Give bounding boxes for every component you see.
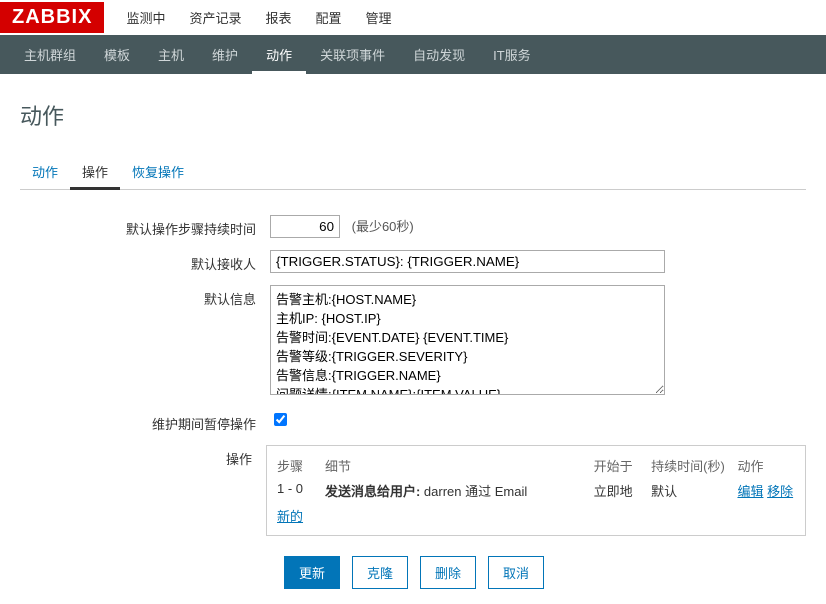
subnav-itservices[interactable]: IT服务 xyxy=(479,35,545,74)
op-dur: 默认 xyxy=(651,481,737,500)
subnav-actions[interactable]: 动作 xyxy=(252,35,306,74)
subnav-hostgroups[interactable]: 主机群组 xyxy=(10,35,90,74)
step-duration-hint: (最少60秒) xyxy=(352,219,414,234)
pause-checkbox[interactable] xyxy=(274,413,287,426)
topnav-monitoring[interactable]: 监测中 xyxy=(114,0,177,35)
update-button[interactable]: 更新 xyxy=(284,556,340,589)
op-edit-link[interactable]: 编辑 xyxy=(737,484,763,499)
pause-label: 维护期间暂停操作 xyxy=(20,410,270,433)
tab-recovery[interactable]: 恢复操作 xyxy=(120,156,196,190)
op-new-link[interactable]: 新的 xyxy=(277,509,303,524)
step-duration-input[interactable] xyxy=(270,215,340,238)
op-header-step: 步骤 xyxy=(277,456,325,475)
topnav-reports[interactable]: 报表 xyxy=(253,0,303,35)
topnav-administration[interactable]: 管理 xyxy=(354,0,404,35)
info-textarea[interactable] xyxy=(270,285,665,395)
op-row: 1 - 0 发送消息给用户: darren 通过 Email 立即地 默认 编辑… xyxy=(277,481,795,500)
step-duration-label: 默认操作步骤持续时间 xyxy=(20,215,270,238)
subnav-discovery[interactable]: 自动发现 xyxy=(399,35,479,74)
sub-nav: 主机群组 模板 主机 维护 动作 关联项事件 自动发现 IT服务 xyxy=(0,35,826,74)
content: 动作 动作 操作 恢复操作 默认操作步骤持续时间 (最少60秒) 默认接收人 默… xyxy=(0,74,826,604)
op-header-act: 动作 xyxy=(737,456,795,475)
op-header-detail: 细节 xyxy=(325,456,594,475)
op-step: 1 - 0 xyxy=(277,481,325,500)
op-actions: 编辑 移除 xyxy=(737,481,795,500)
tab-operations[interactable]: 操作 xyxy=(70,156,120,190)
logo: ZABBIX xyxy=(0,2,104,33)
subnav-maintenance[interactable]: 维护 xyxy=(198,35,252,74)
subnav-hosts[interactable]: 主机 xyxy=(144,35,198,74)
op-detail-bold: 发送消息给用户: xyxy=(325,484,420,499)
topnav-configuration[interactable]: 配置 xyxy=(304,0,354,35)
op-detail: 发送消息给用户: darren 通过 Email xyxy=(325,481,594,500)
op-header-start: 开始于 xyxy=(594,456,652,475)
page-title: 动作 xyxy=(20,99,806,131)
operations-table: 步骤 细节 开始于 持续时间(秒) 动作 1 - 0 发送消息给用户: darr… xyxy=(266,445,806,536)
op-header-dur: 持续时间(秒) xyxy=(651,456,737,475)
ops-label: 操作 xyxy=(20,445,266,468)
top-nav: ZABBIX 监测中 资产记录 报表 配置 管理 xyxy=(0,0,826,35)
tabs: 动作 操作 恢复操作 xyxy=(20,156,806,190)
button-row: 更新 克隆 删除 取消 xyxy=(284,556,806,589)
recipient-label: 默认接收人 xyxy=(20,250,270,273)
tab-action[interactable]: 动作 xyxy=(20,156,70,190)
recipient-input[interactable] xyxy=(270,250,665,273)
op-start: 立即地 xyxy=(594,481,652,500)
topnav-inventory[interactable]: 资产记录 xyxy=(177,0,253,35)
subnav-correlation[interactable]: 关联项事件 xyxy=(306,35,399,74)
subnav-templates[interactable]: 模板 xyxy=(90,35,144,74)
cancel-button[interactable]: 取消 xyxy=(488,556,544,589)
info-label: 默认信息 xyxy=(20,285,270,308)
op-remove-link[interactable]: 移除 xyxy=(767,484,793,499)
delete-button[interactable]: 删除 xyxy=(420,556,476,589)
clone-button[interactable]: 克隆 xyxy=(352,556,408,589)
op-detail-rest: darren 通过 Email xyxy=(420,484,527,499)
